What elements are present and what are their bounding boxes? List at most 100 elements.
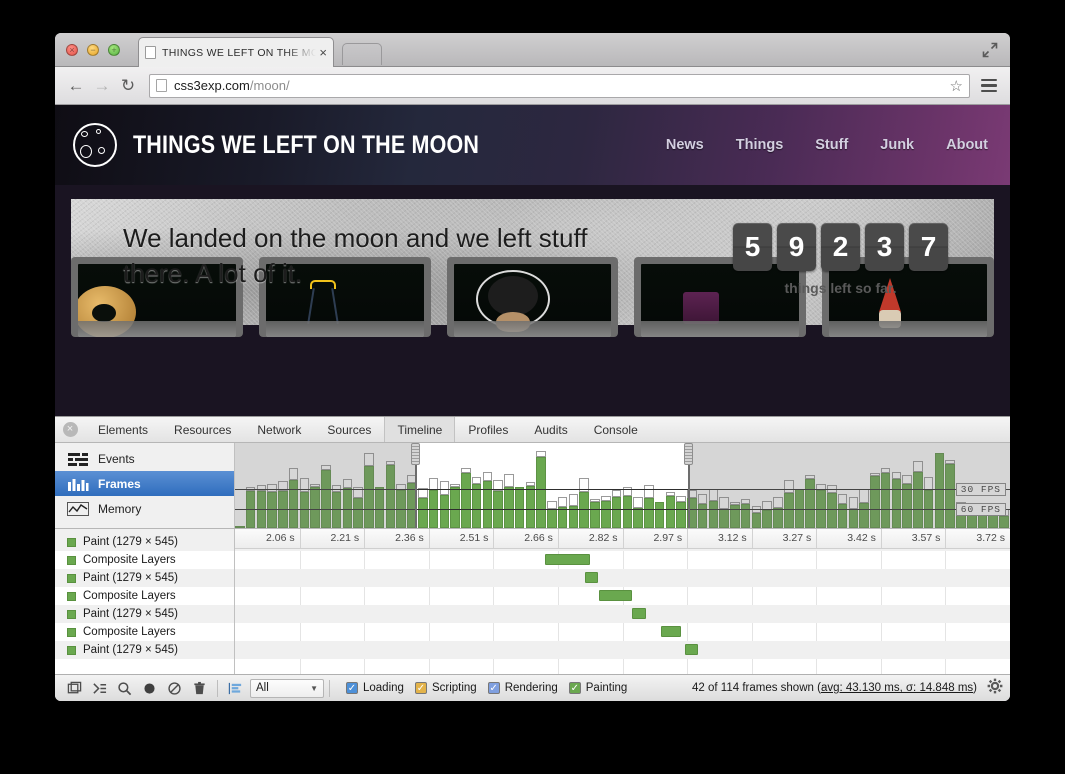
sidebar-label-events: Events [98,452,135,466]
record-bar[interactable] [632,608,646,619]
dock-panel-icon[interactable] [62,679,87,698]
overview-dim-right [688,443,1010,528]
overview-dim-left [235,443,415,528]
checkbox-rendering[interactable]: ✓ [488,682,500,694]
sidebar-label-frames: Frames [98,477,141,491]
bookmark-star-icon[interactable]: ☆ [950,77,963,95]
overview-frame-bar [579,478,589,528]
overview-right-grip[interactable] [684,443,693,465]
record-label: Paint (1279 × 545) [83,644,178,656]
fullscreen-icon[interactable] [982,42,998,58]
record-color-swatch [67,592,76,601]
browser-menu-button[interactable] [978,79,1002,93]
ruler-tick [687,529,688,548]
graph-row-band [235,605,1010,623]
flame-chart-icon[interactable] [223,679,248,698]
gear-icon[interactable] [987,678,1003,698]
back-button[interactable]: ← [63,73,89,99]
ruler-label: 3.42 s [847,532,881,544]
table-row[interactable]: Paint (1279 × 545) [55,641,234,659]
record-icon[interactable] [137,679,162,698]
record-bar[interactable] [585,572,598,583]
site-title: THINGS WE LEFT ON THE MOON [133,131,479,160]
legend-checkbox-loading[interactable]: ✓ Loading [346,682,404,694]
tab-console[interactable]: Console [581,417,651,442]
ruler-label: 2.51 s [460,532,494,544]
tab-network[interactable]: Network [244,417,314,442]
frames-shown-text: 42 of 114 frames shown ( [692,682,821,694]
tab-audits[interactable]: Audits [521,417,580,442]
new-tab-button[interactable] [342,43,382,65]
legend-checkbox-rendering[interactable]: ✓ Rendering [488,682,558,694]
checkbox-painting[interactable]: ✓ [569,682,581,694]
tab-resources[interactable]: Resources [161,417,244,442]
record-bar[interactable] [661,626,681,637]
sidebar-item-events[interactable]: Events [55,446,234,471]
devtools-close-button[interactable]: × [55,417,85,442]
overview-frame-bar [461,468,471,528]
nav-item-news[interactable]: News [666,137,704,153]
record-bar[interactable] [599,590,632,601]
record-bar[interactable] [545,554,590,565]
forward-button[interactable]: → [89,73,115,99]
overview-frame-bar [547,501,557,528]
record-label: Composite Layers [83,626,176,638]
record-color-swatch [67,574,76,583]
counter-widget: 5 9 2 3 7 things left so far. [733,223,948,296]
sidebar-item-memory[interactable]: Memory [55,496,234,521]
legend-checkbox-scripting[interactable]: ✓ Scripting [415,682,477,694]
site-header: THINGS WE LEFT ON THE MOON News Things S… [55,105,1010,185]
record-bar[interactable] [685,644,698,655]
search-icon[interactable] [112,679,137,698]
tab-timeline[interactable]: Timeline [384,417,455,442]
sidebar-item-frames[interactable]: Frames [55,471,234,496]
frames-icon [67,477,89,491]
table-row[interactable]: Paint (1279 × 545) [55,569,234,587]
tab-close-icon[interactable]: × [319,45,327,60]
table-row[interactable]: Composite Layers [55,587,234,605]
frame-stats-link[interactable]: avg: 43.130 ms, σ: 14.848 ms [821,682,973,694]
tab-sources[interactable]: Sources [314,417,384,442]
no-entry-icon[interactable] [162,679,187,698]
graph-row-band [235,569,1010,587]
trash-icon[interactable] [187,679,212,698]
url-host: css3exp.com [174,78,250,93]
url-path: /moon/ [250,78,290,93]
frames-overview-chart[interactable]: 30 FPS 60 FPS [235,443,1010,528]
checkbox-scripting[interactable]: ✓ [415,682,427,694]
tab-profiles[interactable]: Profiles [455,417,521,442]
window-maximize-button[interactable]: + [108,44,120,56]
ruler-tick [429,529,430,548]
url-input[interactable]: css3exp.com/moon/ ☆ [149,74,970,98]
nav-item-about[interactable]: About [946,137,988,153]
table-row[interactable]: Paint (1279 × 545) [55,533,234,551]
window-minimize-button[interactable]: − [87,44,99,56]
record-bars-graph[interactable] [235,529,1010,674]
tab-elements[interactable]: Elements [85,417,161,442]
ruler-label: 2.82 s [589,532,623,544]
checkbox-loading[interactable]: ✓ [346,682,358,694]
console-drawer-icon[interactable] [87,679,112,698]
window-close-button[interactable]: × [66,44,78,56]
reload-button[interactable]: ↻ [115,73,141,99]
tab-title: THINGS WE LEFT ON THE MOON [162,47,316,59]
ruler-label: 3.57 s [912,532,946,544]
overview-left-grip[interactable] [411,443,420,465]
nav-item-stuff[interactable]: Stuff [815,137,848,153]
filter-dropdown[interactable]: All ▼ [250,679,324,698]
table-row[interactable]: Composite Layers [55,551,234,569]
legend-checkbox-painting[interactable]: ✓ Painting [569,682,628,694]
legend-label-loading: Loading [363,682,404,694]
browser-tab[interactable]: THINGS WE LEFT ON THE MOON × [138,37,334,67]
table-row[interactable]: Composite Layers [55,623,234,641]
nav-item-junk[interactable]: Junk [880,137,914,153]
record-color-swatch [67,628,76,637]
ruler-label: 2.66 s [524,532,558,544]
site-nav: News Things Stuff Junk About [666,137,988,153]
overview-frame-bar [623,487,633,528]
table-row[interactable]: Paint (1279 × 545) [55,605,234,623]
moon-logo-icon [73,123,117,167]
devtools-statusbar: All ▼ ✓ Loading ✓ Scripting ✓ Rendering [55,674,1010,701]
nav-item-things[interactable]: Things [736,137,784,153]
close-icon: × [63,422,78,437]
